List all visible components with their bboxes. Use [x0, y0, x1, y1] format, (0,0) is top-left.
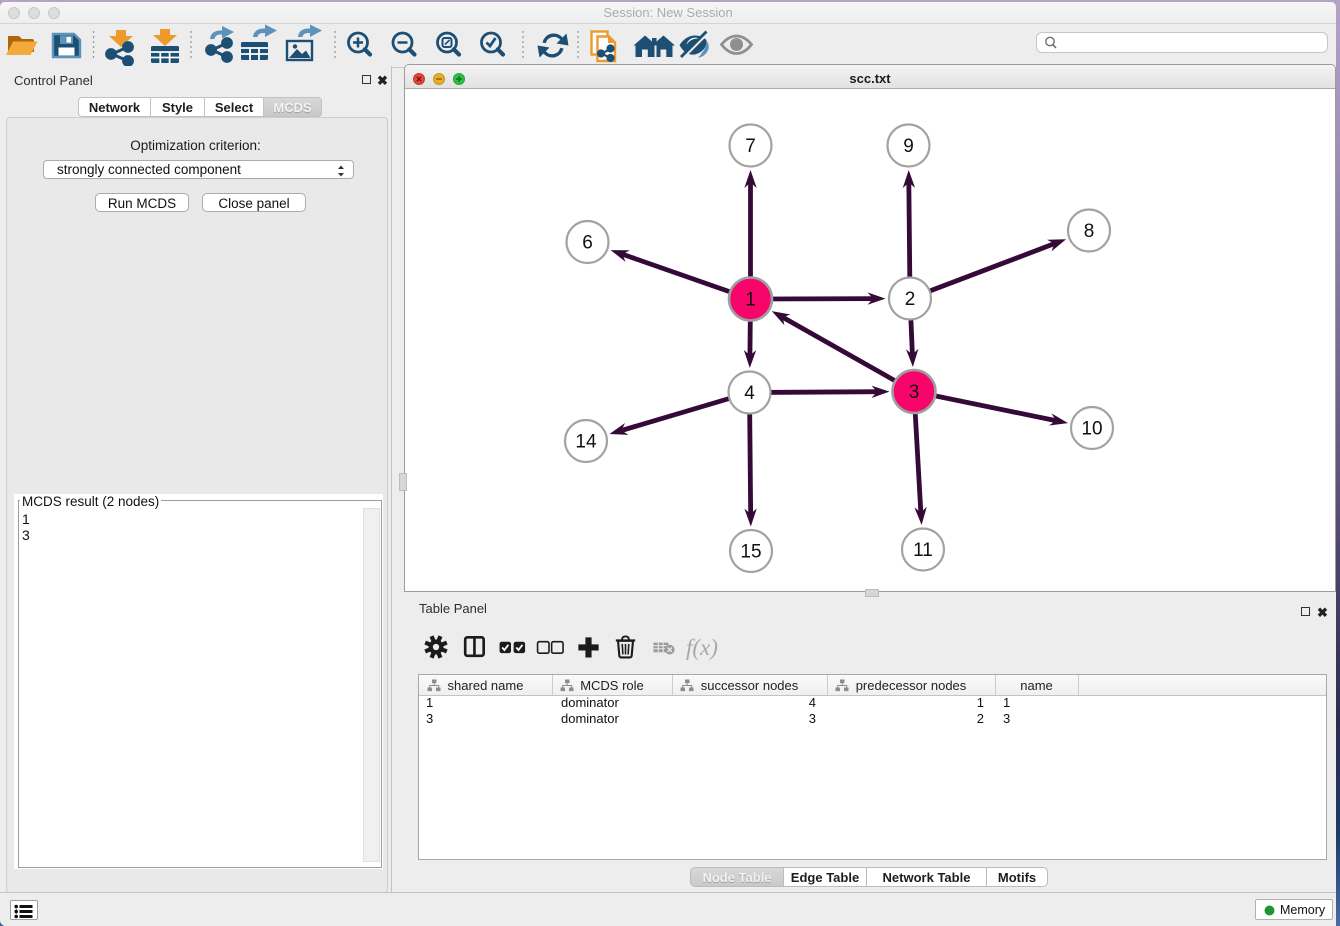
svg-text:f(x): f(x): [686, 635, 718, 660]
svg-text:1: 1: [745, 290, 756, 311]
svg-text:10: 10: [1081, 419, 1102, 440]
svg-text:6: 6: [582, 233, 593, 254]
svg-text:15: 15: [740, 542, 761, 563]
svg-text:14: 14: [575, 432, 597, 453]
svg-text:2: 2: [905, 289, 916, 310]
svg-text:11: 11: [913, 540, 933, 561]
svg-text:4: 4: [744, 383, 755, 404]
svg-text:7: 7: [745, 136, 756, 157]
svg-text:8: 8: [1084, 221, 1095, 242]
svg-text:9: 9: [903, 136, 914, 157]
svg-text:3: 3: [909, 382, 920, 403]
